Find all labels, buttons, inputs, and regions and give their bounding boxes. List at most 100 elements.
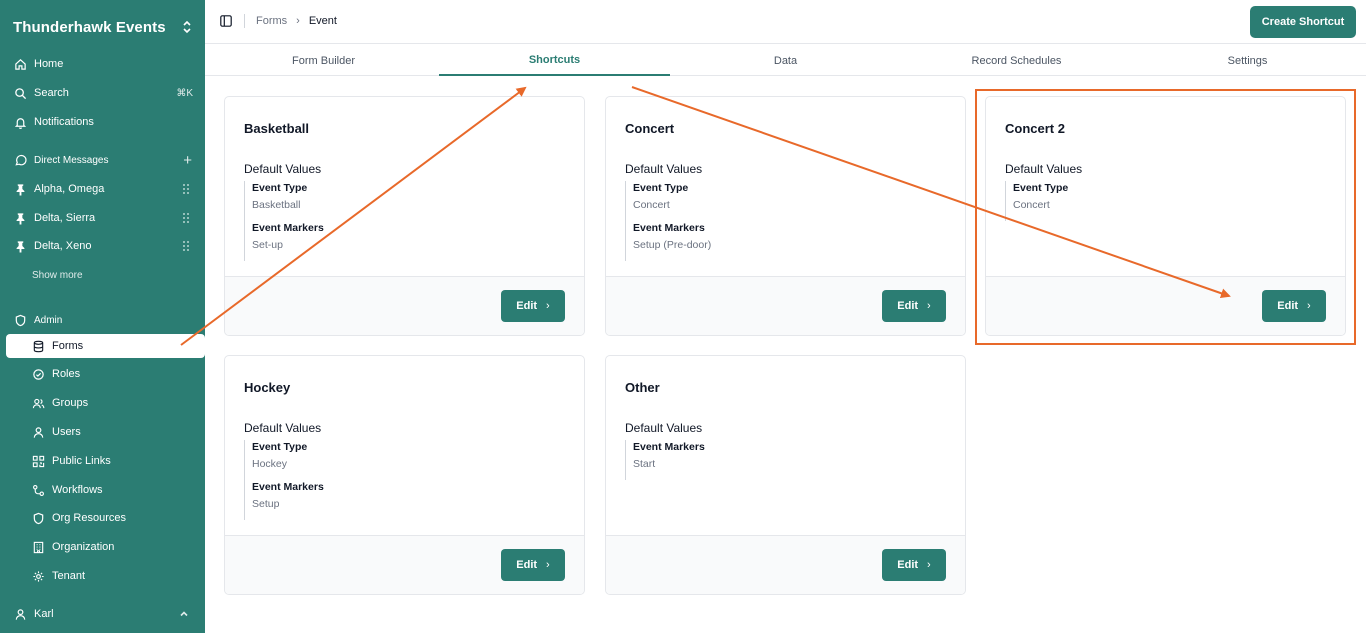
- sidebar: Thunderhawk Events Home Search ⌘K Notifi…: [0, 0, 205, 633]
- dm-label: Delta, Xeno: [34, 240, 92, 252]
- default-values-list: Event Type Hockey Event Markers Setup: [244, 440, 324, 520]
- breadcrumb: Forms › Event: [244, 14, 337, 28]
- workspace-switcher[interactable]: Thunderhawk Events: [13, 17, 193, 37]
- dm-label: Delta, Sierra: [34, 212, 96, 224]
- dm-section-header: Direct Messages +: [6, 148, 205, 172]
- dm-item[interactable]: Delta, Xeno: [6, 234, 205, 258]
- sidebar-item-org-resources[interactable]: Org Resources: [6, 506, 205, 530]
- edit-button[interactable]: Edit ›: [501, 290, 565, 322]
- dm-label: Alpha, Omega: [34, 183, 105, 195]
- chevron-right-icon: ›: [546, 559, 550, 571]
- breadcrumb-divider: [244, 14, 245, 28]
- sidebar-toggle-icon[interactable]: [220, 15, 232, 27]
- edit-label: Edit: [897, 300, 919, 312]
- default-value-field: Event Type Basketball: [252, 181, 324, 212]
- tab-settings[interactable]: Settings: [1132, 45, 1363, 76]
- nav-home[interactable]: Home: [6, 52, 205, 76]
- shortcut-card: Basketball Default Values Event Type Bas…: [224, 96, 585, 336]
- default-value-field: Event Markers Setup (Pre-door): [633, 221, 711, 252]
- card-footer: Edit ›: [606, 276, 965, 335]
- drag-handle-icon[interactable]: [182, 212, 190, 224]
- tab-shortcuts[interactable]: Shortcuts: [439, 45, 670, 76]
- user-icon: [14, 608, 27, 621]
- dm-item[interactable]: Delta, Sierra: [6, 206, 205, 230]
- shield-icon: [32, 512, 45, 525]
- field-value: Setup (Pre-door): [633, 239, 712, 251]
- default-values-label: Default Values: [625, 421, 703, 435]
- card-title: Hockey: [244, 380, 291, 395]
- nav-notifications-label: Notifications: [34, 116, 94, 128]
- user-menu[interactable]: Karl: [6, 602, 205, 626]
- sidebar-item-label: Groups: [52, 397, 89, 409]
- nav-search-label: Search: [34, 87, 69, 99]
- field-value: Setup: [252, 498, 280, 510]
- default-value-field: Event Type Concert: [633, 181, 711, 212]
- card-title: Other: [625, 380, 660, 395]
- default-values-label: Default Values: [244, 421, 322, 435]
- field-value: Basketball: [252, 199, 301, 211]
- edit-label: Edit: [897, 559, 919, 571]
- edit-button[interactable]: Edit ›: [882, 290, 946, 322]
- default-values-label: Default Values: [625, 162, 703, 176]
- sidebar-item-users[interactable]: Users: [6, 420, 205, 444]
- field-value: Hockey: [252, 458, 288, 470]
- field-name: Event Type: [252, 182, 308, 194]
- dm-section-label: Direct Messages: [34, 154, 109, 166]
- default-values-list: Event Type Basketball Event Markers Set-…: [244, 181, 324, 261]
- sidebar-item-label: Roles: [52, 368, 81, 380]
- sidebar-item-forms[interactable]: Forms: [6, 334, 205, 358]
- show-more-link[interactable]: Show more: [32, 270, 83, 281]
- tab-data[interactable]: Data: [670, 45, 901, 76]
- breadcrumb-forms-link[interactable]: Forms: [256, 15, 287, 27]
- database-icon: [32, 340, 45, 353]
- sidebar-item-groups[interactable]: Groups: [6, 391, 205, 415]
- gear-icon: [32, 570, 45, 583]
- qr-code-icon: [32, 455, 45, 468]
- field-name: Event Markers: [252, 222, 324, 234]
- edit-button[interactable]: Edit ›: [882, 549, 946, 581]
- sidebar-item-workflows[interactable]: Workflows: [6, 478, 205, 502]
- edit-button[interactable]: Edit ›: [501, 549, 565, 581]
- shield-icon: [14, 314, 27, 327]
- workspace-name: Thunderhawk Events: [13, 18, 166, 36]
- card-title: Concert: [625, 121, 675, 136]
- default-value-field: Event Type Hockey: [252, 440, 324, 471]
- edit-label: Edit: [516, 300, 538, 312]
- shortcut-card: Concert Default Values Event Type Concer…: [605, 96, 966, 336]
- tab-form-builder[interactable]: Form Builder: [208, 45, 439, 76]
- sidebar-item-roles[interactable]: Roles: [6, 362, 205, 386]
- dm-item[interactable]: Alpha, Omega: [6, 177, 205, 201]
- tab-record-schedules[interactable]: Record Schedules: [901, 45, 1132, 76]
- edit-label: Edit: [516, 559, 538, 571]
- sidebar-item-public-links[interactable]: Public Links: [6, 449, 205, 473]
- default-values-list: Event Markers Start: [625, 440, 705, 480]
- sidebar-item-organization[interactable]: Organization: [6, 535, 205, 559]
- users-icon: [32, 397, 45, 410]
- sidebar-item-label: Users: [52, 426, 81, 438]
- tab-bar: Form Builder Shortcuts Data Record Sched…: [205, 45, 1366, 76]
- drag-handle-icon[interactable]: [182, 240, 190, 252]
- create-shortcut-button[interactable]: Create Shortcut: [1250, 6, 1356, 38]
- field-value: Start: [633, 458, 656, 470]
- admin-section-header: Admin: [6, 308, 205, 332]
- nav-notifications[interactable]: Notifications: [6, 110, 205, 134]
- default-value-field: Event Markers Set-up: [252, 221, 324, 252]
- building-icon: [32, 541, 45, 554]
- card-title: Basketball: [244, 121, 310, 136]
- default-values-list: Event Type Concert Event Markers Setup (…: [625, 181, 711, 261]
- drag-handle-icon[interactable]: [182, 183, 190, 195]
- default-value-field: Event Markers Start: [633, 440, 705, 471]
- user-icon: [32, 426, 45, 439]
- field-name: Event Markers: [633, 222, 705, 234]
- field-value: Concert: [633, 199, 670, 211]
- card-footer: Edit ›: [225, 276, 584, 335]
- annotation-highlight-box: [975, 89, 1356, 345]
- sidebar-item-label: Workflows: [52, 484, 103, 496]
- pin-icon: [14, 212, 27, 225]
- chevron-right-icon: ›: [927, 559, 931, 571]
- chevron-right-icon: ›: [296, 15, 300, 27]
- sidebar-item-tenant[interactable]: Tenant: [6, 564, 205, 588]
- add-dm-button[interactable]: +: [183, 152, 192, 169]
- user-name: Karl: [34, 608, 54, 620]
- nav-search[interactable]: Search ⌘K: [6, 81, 205, 105]
